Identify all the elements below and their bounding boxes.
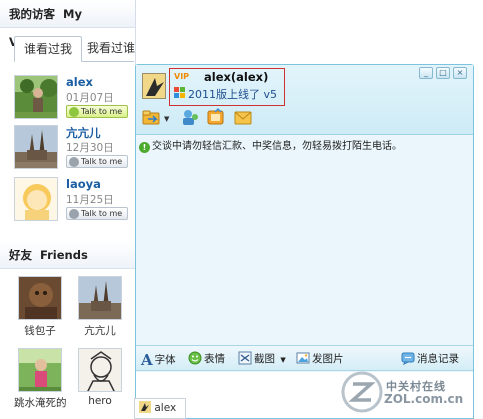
chat-window: VIP alex(alex) 2011版上线了 v5 _ □ × ▼ ! 交谈中…: [135, 64, 474, 419]
emoji-button[interactable]: 表情: [188, 351, 225, 366]
watermark: 中关村在线 ZOL.com.cn: [338, 370, 480, 416]
penguin-icon: [69, 209, 79, 219]
avatar[interactable]: [14, 125, 58, 169]
avatar[interactable]: [14, 75, 58, 119]
visitor-item[interactable]: alex 01月07日 Talk to me: [14, 75, 134, 123]
message-history-button[interactable]: 消息记录: [401, 351, 459, 366]
screenshot-button[interactable]: 截图 ▼: [238, 351, 286, 366]
visitor-date: 11月25日: [66, 194, 114, 206]
scissors-icon: [238, 351, 252, 365]
talk-to-me-button[interactable]: Talk to me: [66, 155, 128, 168]
visitor-item[interactable]: laoya 11月25日 Talk to me: [14, 177, 134, 225]
tab-who-i-visited[interactable]: 我看过谁: [86, 36, 136, 62]
send-image-button[interactable]: 发图片: [296, 351, 344, 366]
security-notice: ! 交谈中请勿轻信汇款、中奖信息，勿轻易拨打陌生电话。: [139, 137, 469, 153]
avatar[interactable]: [78, 276, 122, 320]
contact-name[interactable]: alex(alex): [204, 70, 268, 84]
security-notice-text: 交谈中请勿轻信汇款、中奖信息，勿轻易拨打陌生电话。: [152, 141, 402, 152]
image-icon: [296, 352, 310, 364]
talk-to-me-label: Talk to me: [81, 157, 123, 166]
friend-item[interactable]: 跳水淹死的: [14, 348, 67, 410]
font-icon: A: [141, 351, 153, 369]
avatar[interactable]: [78, 348, 122, 392]
visitor-name[interactable]: laoya: [66, 177, 101, 191]
friend-name[interactable]: hero: [74, 395, 126, 407]
friend-item[interactable]: 亢亢儿: [74, 276, 126, 338]
history-icon: [401, 352, 415, 365]
message-history-label: 消息记录: [417, 353, 459, 365]
chat-tab-alex[interactable]: alex: [134, 398, 186, 419]
font-label: 字体: [154, 354, 176, 366]
friends-header: 好友 Friends: [0, 241, 136, 269]
screenshot-label: 截图: [254, 353, 275, 365]
chevron-down-icon[interactable]: ▼: [164, 115, 169, 123]
font-button[interactable]: A 字体: [141, 351, 176, 369]
contact-status[interactable]: 2011版上线了 v5: [188, 86, 277, 102]
folder-transfer-icon[interactable]: [142, 108, 162, 126]
smiley-icon: [188, 351, 202, 365]
penguin-icon: [69, 107, 79, 117]
watermark-en: ZOL.com.cn: [384, 392, 464, 406]
zol-logo-icon: [341, 371, 383, 413]
visitors-header: 我的访客 My Visitors: [0, 0, 135, 49]
talk-to-me-button[interactable]: Talk to me: [66, 207, 128, 220]
avatar[interactable]: [14, 177, 58, 221]
avatar[interactable]: [18, 348, 62, 392]
friend-name[interactable]: 亢亢儿: [74, 323, 126, 338]
tab-who-visited-me[interactable]: 谁看过我: [14, 36, 82, 62]
emoji-label: 表情: [204, 353, 225, 365]
minimize-button[interactable]: _: [419, 67, 433, 79]
friend-item[interactable]: hero: [74, 348, 126, 410]
visitors-title-cn: 我的访客: [9, 7, 55, 21]
visitor-tabs: 谁看过我 我看过谁: [14, 36, 136, 62]
mail-icon[interactable]: [233, 108, 253, 126]
chevron-down-icon[interactable]: ▼: [280, 356, 285, 364]
video-call-icon[interactable]: [180, 108, 200, 126]
status-icon: [174, 87, 185, 98]
contact-icon: [139, 401, 151, 413]
left-panel: 我的访客 My Visitors 谁看过我 我看过谁 alex 01月07日 T…: [0, 0, 136, 419]
friend-name[interactable]: 钱包子: [14, 323, 66, 338]
talk-to-me-label: Talk to me: [81, 209, 123, 218]
friends-title-en: Friends: [40, 248, 88, 262]
visitor-name[interactable]: alex: [66, 75, 93, 89]
app-icon[interactable]: [206, 108, 226, 126]
talk-to-me-button[interactable]: Talk to me: [66, 105, 128, 118]
visitor-name[interactable]: 亢亢儿: [66, 125, 101, 141]
info-icon: !: [139, 142, 150, 153]
send-image-label: 发图片: [312, 353, 344, 365]
visitor-date: 01月07日: [66, 92, 114, 104]
vip-badge: VIP: [174, 72, 190, 81]
penguin-icon: [69, 157, 79, 167]
friend-name[interactable]: 跳水淹死的: [14, 395, 67, 410]
contact-avatar[interactable]: [142, 73, 166, 99]
friend-item[interactable]: 钱包子: [14, 276, 66, 338]
talk-to-me-label: Talk to me: [81, 107, 123, 116]
chat-header: VIP alex(alex) 2011版上线了 v5 _ □ × ▼: [136, 65, 473, 135]
friends-title-cn: 好友: [9, 248, 32, 262]
close-button[interactable]: ×: [453, 67, 467, 79]
chat-tab-label: alex: [154, 402, 177, 414]
maximize-button[interactable]: □: [436, 67, 450, 79]
avatar[interactable]: [18, 276, 62, 320]
chat-toolbar: A 字体 表情 截图 ▼ 发图片 消息记录: [136, 345, 473, 371]
visitor-date: 12月30日: [66, 142, 114, 154]
visitor-item[interactable]: 亢亢儿 12月30日 Talk to me: [14, 125, 134, 173]
